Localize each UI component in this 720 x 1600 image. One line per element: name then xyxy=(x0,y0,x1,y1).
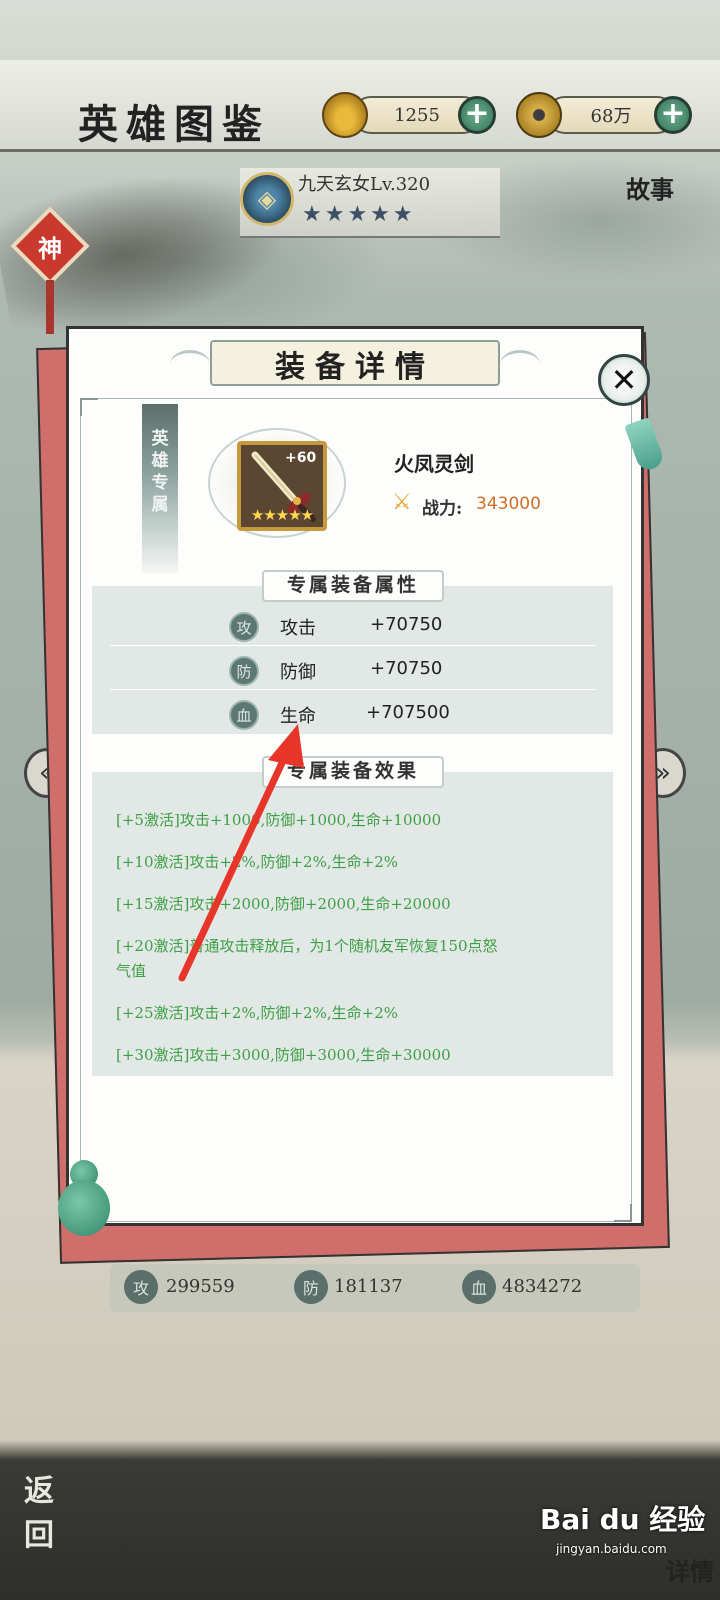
baidu-watermark-url: jingyan.baidu.com xyxy=(556,1542,667,1556)
annotation-arrow xyxy=(178,724,304,982)
gourd-body xyxy=(58,1180,110,1236)
back-label: 返回 xyxy=(24,1474,54,1553)
back-button[interactable]: 返回 xyxy=(10,1470,100,1570)
total-attack: 299559 xyxy=(166,1276,235,1297)
health-icon: 血 xyxy=(462,1270,496,1304)
attack-icon: 攻 xyxy=(124,1270,158,1304)
total-health: 4834272 xyxy=(502,1276,583,1297)
baidu-watermark: Bai du 经验 xyxy=(540,1503,706,1536)
total-defense: 181137 xyxy=(334,1276,403,1297)
defense-icon: 防 xyxy=(294,1270,328,1304)
